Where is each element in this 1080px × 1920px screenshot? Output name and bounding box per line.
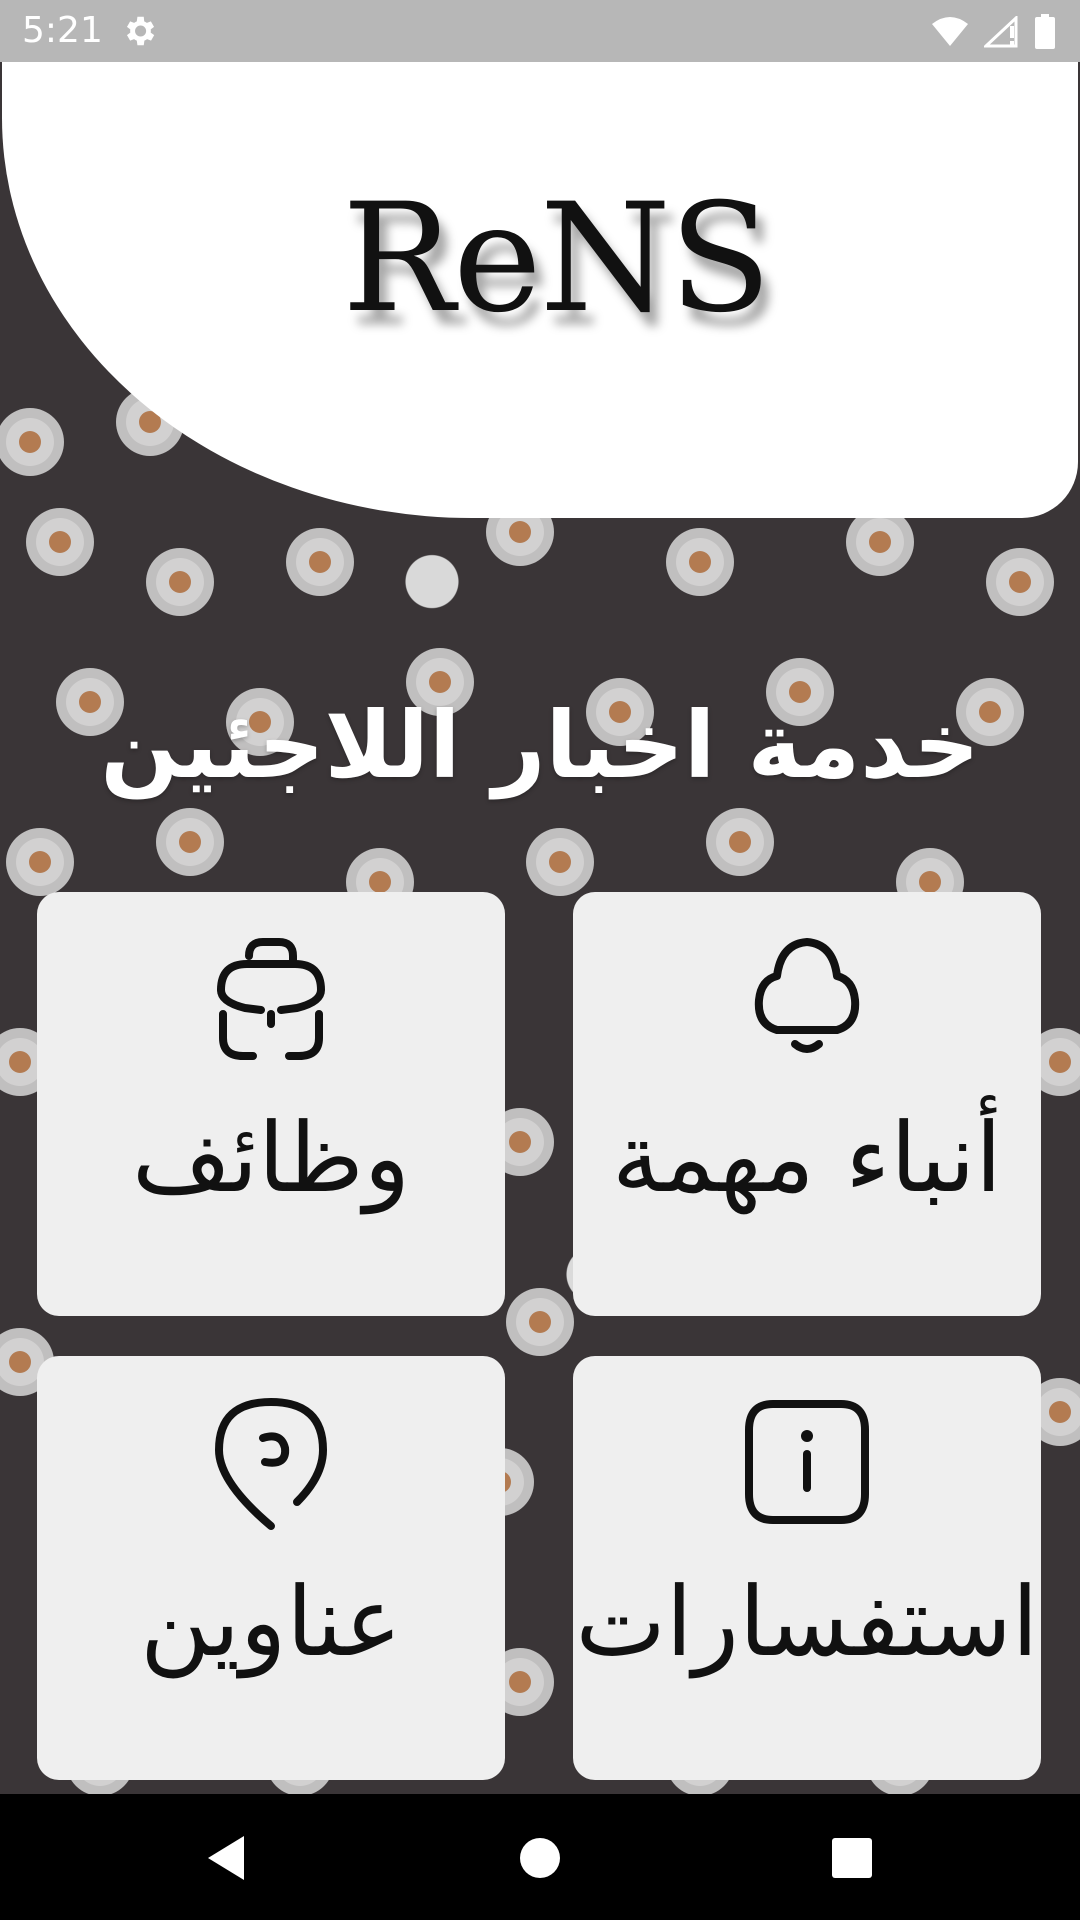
briefcase-icon [217, 938, 325, 1060]
tile-addresses-label: عناوين [140, 1566, 402, 1678]
recents-icon[interactable] [824, 1830, 880, 1886]
app-content: ReNS خدمة اخبار اللاجئين وظائف أنباء مهم… [0, 62, 1080, 1794]
signal-icon [984, 16, 1018, 48]
bell-icon [754, 938, 860, 1053]
tile-jobs[interactable]: وظائف [37, 892, 505, 1316]
status-bar: 5:21 [0, 0, 1080, 62]
battery-icon [1035, 14, 1055, 49]
back-icon[interactable] [200, 1830, 256, 1886]
page-title: خدمة اخبار اللاجئين [100, 692, 980, 799]
home-icon[interactable] [512, 1830, 568, 1886]
tile-important-news[interactable]: أنباء مهمة [573, 892, 1041, 1316]
info-icon [745, 1400, 869, 1524]
tile-important-news-label: أنباء مهمة [612, 1102, 1002, 1214]
wifi-icon [932, 17, 968, 46]
navigation-bar [0, 1794, 1080, 1920]
tile-jobs-label: وظائف [131, 1102, 411, 1214]
tile-inquiries[interactable]: استفسارات [573, 1356, 1041, 1780]
gear-icon [126, 16, 155, 46]
status-icons [930, 12, 1056, 52]
tile-addresses[interactable]: عناوين [37, 1356, 505, 1780]
status-time: 5:21 [22, 10, 103, 51]
app-logo: ReNS [342, 172, 772, 346]
location-pin-icon [215, 1398, 327, 1530]
tile-inquiries-label: استفسارات [575, 1566, 1039, 1678]
